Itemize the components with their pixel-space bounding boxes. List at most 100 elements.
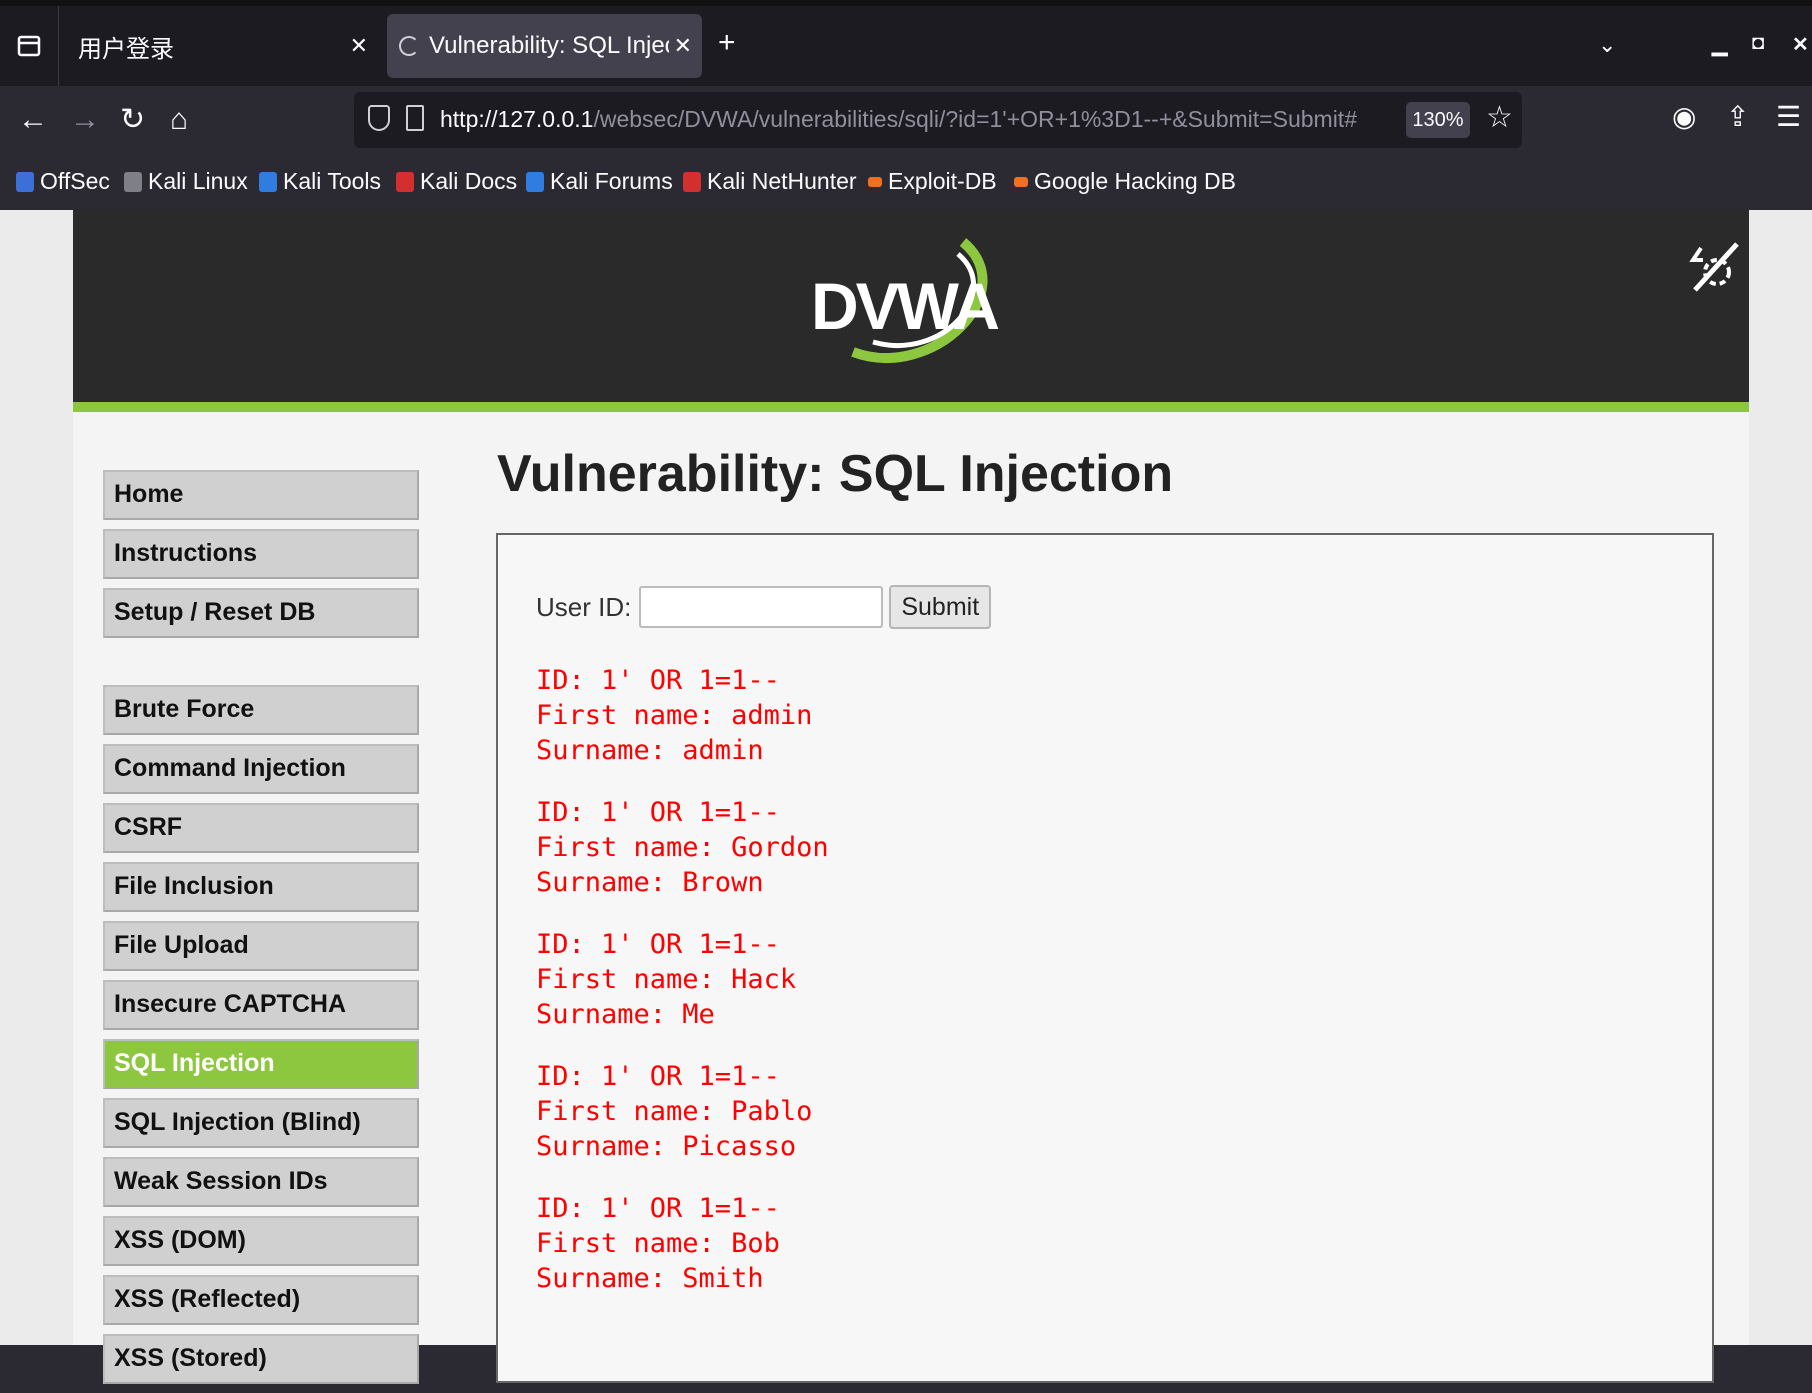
vulnerable-code-area: User ID: Submit ID: 1' OR 1=1-- First nam…: [496, 533, 1714, 1383]
tab-bar: 用户登录 ✕ Vulnerability: SQL Injectio ✕ + ⌄…: [0, 6, 1812, 86]
chevron-down-icon[interactable]: ⌄: [1598, 32, 1616, 58]
maximize-icon[interactable]: ◘: [1752, 32, 1764, 55]
account-icon[interactable]: ◉: [1672, 100, 1696, 133]
menu-item-weak-session-ids[interactable]: Weak Session IDs: [103, 1157, 419, 1207]
dvwa-header: DVWA: [73, 210, 1749, 402]
bookmark-label: Google Hacking DB: [1034, 168, 1236, 194]
user-id-form: User ID: Submit: [536, 585, 992, 629]
ghdb-icon: [1014, 176, 1028, 187]
menu-item-setup-reset-db[interactable]: Setup / Reset DB: [103, 588, 419, 638]
result-first-name: First name: Gordon: [536, 832, 829, 863]
nethunter-icon: [683, 171, 701, 192]
page-title: Vulnerability: SQL Injection: [497, 445, 1174, 503]
bookmark-star-icon[interactable]: ☆: [1486, 100, 1513, 135]
bookmark-offsec[interactable]: OffSec: [16, 168, 110, 195]
result-id: ID: 1' OR 1=1--: [536, 665, 780, 696]
bookmark-kali-forums[interactable]: Kali Forums: [526, 168, 673, 195]
tab-user-login[interactable]: 用户登录 ✕: [68, 14, 378, 78]
menu-item-file-upload[interactable]: File Upload: [103, 921, 419, 971]
result-surname: Surname: admin: [536, 735, 764, 766]
dvwa-container: DVWA Home Instructions Setup / Reset DB …: [73, 210, 1749, 1384]
page-info-icon[interactable]: [406, 105, 424, 131]
header-accent-bar: [73, 402, 1749, 412]
reload-icon[interactable]: ↻: [120, 100, 145, 140]
result-first-name: First name: Pablo: [536, 1096, 813, 1127]
menu-item-file-inclusion[interactable]: File Inclusion: [103, 862, 419, 912]
zoom-level[interactable]: 130%: [1406, 102, 1470, 138]
menu-item-home[interactable]: Home: [103, 470, 419, 520]
address-bar[interactable]: http://127.0.0.1/websec/DVWA/vulnerabili…: [354, 92, 1522, 148]
menu-spacer: [103, 647, 419, 685]
back-icon[interactable]: ←: [18, 100, 48, 140]
result-first-name: First name: Hack: [536, 964, 797, 995]
theme-toggle-icon[interactable]: [1687, 238, 1743, 298]
bookmark-label: Kali Forums: [550, 168, 673, 194]
menu-item-instructions[interactable]: Instructions: [103, 529, 419, 579]
menu-item-brute-force[interactable]: Brute Force: [103, 685, 419, 735]
new-tab-icon[interactable]: +: [718, 26, 736, 60]
bookmark-google-hacking-db[interactable]: Google Hacking DB: [1014, 168, 1236, 195]
result-surname: Surname: Brown: [536, 867, 764, 898]
exploit-db-icon: [868, 176, 882, 187]
close-tab-icon[interactable]: ✕: [350, 33, 368, 59]
navigation-toolbar: ← → ↻ ⌂ http://127.0.0.1/websec/DVWA/vul…: [0, 86, 1812, 156]
menu-item-xss-dom[interactable]: XSS (DOM): [103, 1216, 419, 1266]
result-surname: Surname: Picasso: [536, 1131, 797, 1162]
result-surname: Surname: Smith: [536, 1263, 764, 1294]
result-record: ID: 1' OR 1=1-- First name: Pablo Surname:…: [536, 1059, 829, 1164]
query-results: ID: 1' OR 1=1-- First name: admin Surname:…: [536, 663, 829, 1323]
offsec-icon: [16, 171, 34, 192]
bookmark-label: Kali NetHunter: [707, 168, 857, 194]
bookmark-kali-linux[interactable]: Kali Linux: [124, 168, 248, 195]
menu-item-sql-injection[interactable]: SQL Injection: [103, 1039, 419, 1089]
minimize-icon[interactable]: ▁: [1712, 32, 1727, 57]
url-host: http://127.0.0.1: [440, 106, 594, 132]
extensions-icon[interactable]: ⇪: [1726, 100, 1749, 133]
kali-tools-icon: [259, 171, 277, 192]
kali-forums-icon: [526, 171, 544, 192]
bookmark-kali-tools[interactable]: Kali Tools: [259, 168, 381, 195]
bookmark-kali-nethunter[interactable]: Kali NetHunter: [683, 168, 857, 195]
result-record: ID: 1' OR 1=1-- First name: Hack Surname: …: [536, 927, 829, 1032]
menu-item-sql-injection-blind[interactable]: SQL Injection (Blind): [103, 1098, 419, 1148]
menu-icon[interactable]: ☰: [1776, 100, 1801, 133]
list-all-tabs-icon: [17, 35, 41, 57]
submit-button[interactable]: Submit: [889, 585, 992, 629]
user-id-label: User ID:: [536, 591, 632, 622]
result-id: ID: 1' OR 1=1--: [536, 1061, 780, 1092]
bookmark-exploit-db[interactable]: Exploit-DB: [868, 168, 997, 195]
bookmark-label: Kali Tools: [283, 168, 382, 194]
bookmark-label: Exploit-DB: [888, 168, 997, 194]
bookmarks-toolbar: OffSec Kali Linux Kali Tools Kali Docs K…: [0, 156, 1812, 210]
menu-item-xss-stored[interactable]: XSS (Stored): [103, 1334, 419, 1384]
result-id: ID: 1' OR 1=1--: [536, 797, 780, 828]
menu-item-xss-reflected[interactable]: XSS (Reflected): [103, 1275, 419, 1325]
sidebar-menu: Home Instructions Setup / Reset DB Brute…: [103, 470, 419, 1393]
close-window-icon[interactable]: ✕: [1792, 32, 1809, 57]
result-id: ID: 1' OR 1=1--: [536, 929, 780, 960]
url-text[interactable]: http://127.0.0.1/websec/DVWA/vulnerabili…: [440, 106, 1357, 133]
forward-icon[interactable]: →: [70, 100, 100, 140]
url-path: /websec/DVWA/vulnerabilities/sqli/?id=1'…: [593, 106, 1357, 132]
result-surname: Surname: Me: [536, 999, 715, 1030]
kali-docs-icon: [396, 171, 414, 192]
result-record: ID: 1' OR 1=1-- First name: Gordon Surname…: [536, 795, 829, 900]
bookmark-kali-docs[interactable]: Kali Docs: [396, 168, 517, 195]
shield-icon[interactable]: [368, 105, 390, 131]
page-viewport: DVWA Home Instructions Setup / Reset DB …: [0, 210, 1812, 1384]
menu-item-csrf[interactable]: CSRF: [103, 803, 419, 853]
result-record: ID: 1' OR 1=1-- First name: admin Surname:…: [536, 663, 829, 768]
close-tab-icon[interactable]: ✕: [674, 33, 692, 59]
bookmark-label: Kali Linux: [148, 168, 248, 194]
tab-list-button[interactable]: [0, 6, 59, 86]
result-record: ID: 1' OR 1=1-- First name: Bob Surname: S…: [536, 1191, 829, 1296]
home-icon[interactable]: ⌂: [170, 100, 188, 140]
tab-sql-injection[interactable]: Vulnerability: SQL Injectio ✕: [387, 14, 702, 78]
menu-item-insecure-captcha[interactable]: Insecure CAPTCHA: [103, 980, 419, 1030]
user-id-input[interactable]: [639, 586, 884, 628]
kali-icon: [124, 171, 142, 192]
result-first-name: First name: Bob: [536, 1228, 780, 1259]
bookmark-label: Kali Docs: [420, 168, 518, 194]
menu-item-command-injection[interactable]: Command Injection: [103, 744, 419, 794]
dvwa-logo: DVWA: [811, 269, 1000, 343]
